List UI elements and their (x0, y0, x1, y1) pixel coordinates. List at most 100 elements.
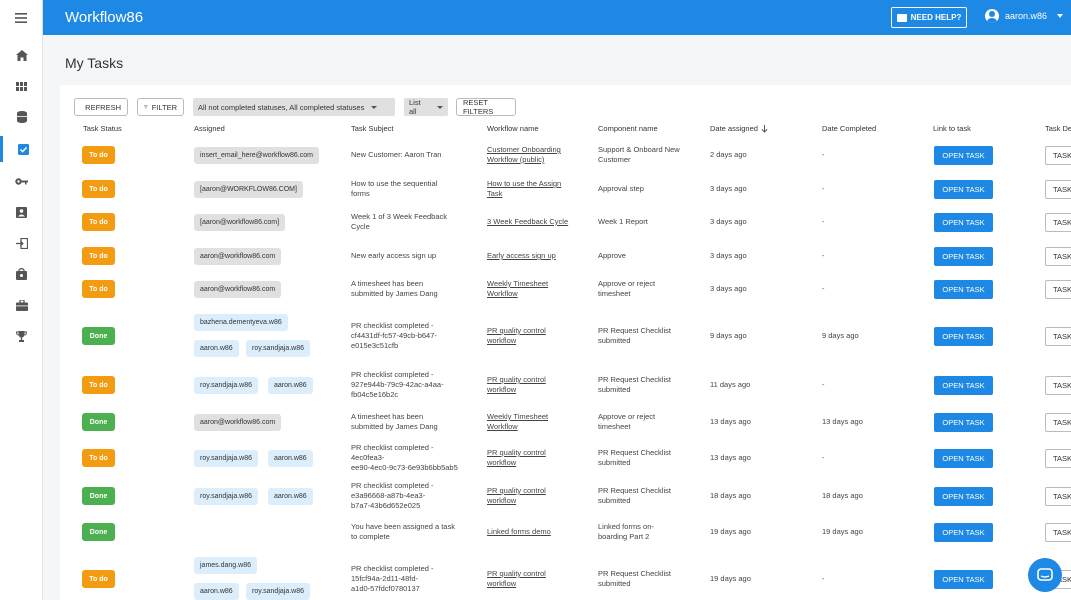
workflow-name-link[interactable]: 3 Week Feedback Cycle (487, 217, 568, 227)
assignee-chip[interactable]: aaron.w86 (194, 340, 239, 357)
reset-filters-label: RESET FILTERS (463, 98, 494, 116)
filter-button[interactable]: FILTER (137, 98, 184, 116)
task-subject: You have been assigned a task to complete (351, 522, 471, 542)
database-icon[interactable] (0, 104, 43, 130)
grid-apps-icon[interactable] (0, 73, 43, 99)
workflow-name-link[interactable]: PR quality control workflow (487, 375, 546, 395)
task-details-button[interactable]: TASK (1045, 412, 1071, 432)
workflow-name-link[interactable]: Weekly Timesheet Workflow (487, 279, 548, 299)
open-task-button[interactable]: OPEN TASK (934, 212, 993, 232)
component-name: Approve (598, 251, 626, 261)
status-badge: To do (82, 449, 115, 467)
assignee-chip[interactable]: aaron.w86 (268, 376, 313, 394)
chat-support-button[interactable] (1028, 558, 1062, 592)
date-assigned: 18 days ago (710, 491, 751, 500)
open-task-button[interactable]: OPEN TASK (934, 486, 993, 506)
assignee-chip[interactable]: aaron.w86 (268, 487, 313, 505)
reset-filters-button[interactable]: RESET FILTERS (456, 98, 516, 116)
column-header-date-assigned[interactable]: Date assigned (710, 124, 768, 133)
open-task-button[interactable]: OPEN TASK (934, 326, 993, 346)
workflow-name-link[interactable]: PR quality control workflow (487, 486, 546, 506)
assignee-chip[interactable]: aaron.w86 (268, 449, 313, 467)
task-details-button[interactable]: TASK (1045, 375, 1071, 395)
assignee-chip[interactable]: roy.sandjaja.w86 (194, 376, 259, 394)
assignee-chip[interactable]: bazhena.dementyeva.w86 (194, 314, 288, 331)
task-details-button[interactable]: TASK (1045, 179, 1071, 199)
workflow-name-link[interactable]: Weekly Timesheet Workflow (487, 412, 548, 432)
assignee-chip[interactable]: [aaron@WORKFLOW86.COM] (194, 180, 303, 198)
workflow-name-link[interactable]: PR quality control workflow (487, 326, 546, 346)
login-arrow-icon[interactable] (0, 230, 43, 256)
column-header-task-subject[interactable]: Task Subject (351, 124, 394, 133)
open-task-button[interactable]: OPEN TASK (934, 569, 993, 589)
user-menu[interactable]: aaron.w86 (985, 9, 1064, 23)
assignee-chip[interactable]: insert_email_here@workflow86.com (194, 146, 319, 164)
column-header-component-name[interactable]: Component name (598, 124, 658, 133)
contact-card-icon[interactable] (0, 199, 43, 225)
assignee-chip[interactable]: aaron.w86 (194, 583, 239, 600)
task-details-button[interactable]: TASK (1045, 326, 1071, 346)
marketplace-bag-icon[interactable] (0, 261, 43, 287)
assignee-chip[interactable]: roy.sandjaja.w86 (246, 340, 311, 357)
assignee-chip[interactable]: aaron@workflow86.com (194, 280, 282, 298)
trophy-icon[interactable] (0, 323, 43, 349)
task-details-button[interactable]: TASK (1045, 486, 1071, 506)
sidebar (0, 35, 43, 600)
component-name: PR Request Checklist submitted (598, 486, 671, 506)
assignee-chip[interactable]: [aaron@workflow86.com] (194, 213, 286, 231)
workflow-name-link[interactable]: Customer Onboarding Workflow (public) (487, 145, 561, 165)
column-header-task-status[interactable]: Task Status (83, 124, 122, 133)
component-name-line: Approve (598, 251, 626, 260)
assignee-chip[interactable]: roy.sandjaja.w86 (194, 487, 259, 505)
task-subject-line: PR checklist completed - (351, 564, 434, 573)
component-name: PR Request Checklist submitted (598, 326, 671, 346)
workflow-name-link[interactable]: PR quality control workflow (487, 569, 546, 589)
assignee-chip[interactable]: roy.sandjaja.w86 (246, 583, 311, 600)
home-icon[interactable] (0, 42, 43, 68)
workflow-name-link[interactable]: How to use the Assign Task (487, 179, 561, 199)
refresh-button[interactable]: REFRESH (74, 98, 128, 116)
column-header-link-to-task[interactable]: Link to task (933, 124, 971, 133)
assignee-chip[interactable]: aaron@workflow86.com (194, 413, 282, 431)
open-task-button[interactable]: OPEN TASK (934, 179, 993, 199)
open-task-button[interactable]: OPEN TASK (934, 448, 993, 468)
tasks-checkbox-icon[interactable] (0, 136, 43, 162)
date-completed: 18 days ago (822, 491, 863, 500)
workflow-name-link[interactable]: Early access sign up (487, 251, 556, 261)
workflow-name-link[interactable]: Linked forms demo (487, 527, 551, 537)
open-task-button[interactable]: OPEN TASK (934, 412, 993, 432)
component-name: Support & Onboard New Customer (598, 145, 680, 165)
column-header-assigned[interactable]: Assigned (194, 124, 225, 133)
open-task-button[interactable]: OPEN TASK (934, 375, 993, 395)
column-header-task-details[interactable]: Task De (1045, 124, 1071, 133)
workflow-name-line: Workflow (487, 422, 518, 431)
task-details-button[interactable]: TASK (1045, 145, 1071, 165)
task-subject-line: A timesheet has been (351, 279, 424, 288)
task-details-button[interactable]: TASK (1045, 212, 1071, 232)
assignee-chip[interactable]: aaron@workflow86.com (194, 247, 282, 265)
assignee-chip[interactable]: roy.sandjaja.w86 (194, 449, 259, 467)
open-task-button[interactable]: OPEN TASK (934, 279, 993, 299)
assignee-chip[interactable]: james.dang.w86 (194, 557, 257, 574)
task-details-button[interactable]: TASK (1045, 279, 1071, 299)
workflow-name-line: PR quality control (487, 448, 546, 457)
column-header-workflow-name[interactable]: Workflow name (487, 124, 539, 133)
need-help-button[interactable]: NEED HELP? (891, 7, 967, 28)
open-task-button[interactable]: OPEN TASK (934, 246, 993, 266)
task-details-button[interactable]: TASK (1045, 522, 1071, 542)
status-filter-select[interactable]: All not completed statuses, All complete… (193, 98, 395, 116)
open-task-button[interactable]: OPEN TASK (934, 522, 993, 542)
list-select[interactable]: List all (404, 98, 448, 116)
hamburger-menu-icon[interactable] (0, 0, 43, 35)
task-subject-line: New early access sign up (351, 251, 437, 260)
briefcase-icon[interactable] (0, 292, 43, 318)
task-details-button[interactable]: TASK (1045, 246, 1071, 266)
workflow-name-link[interactable]: PR quality control workflow (487, 448, 546, 468)
column-header-date-completed[interactable]: Date Completed (822, 124, 876, 133)
key-icon[interactable] (0, 168, 43, 194)
task-details-button[interactable]: TASK (1045, 448, 1071, 468)
app-title[interactable]: Workflow86 (65, 9, 143, 26)
task-subject: PR checklist completed -15fcf94a-2d11-48… (351, 564, 471, 594)
task-subject-line: Week 1 of 3 Week Feedback (351, 212, 448, 221)
open-task-button[interactable]: OPEN TASK (934, 145, 993, 165)
